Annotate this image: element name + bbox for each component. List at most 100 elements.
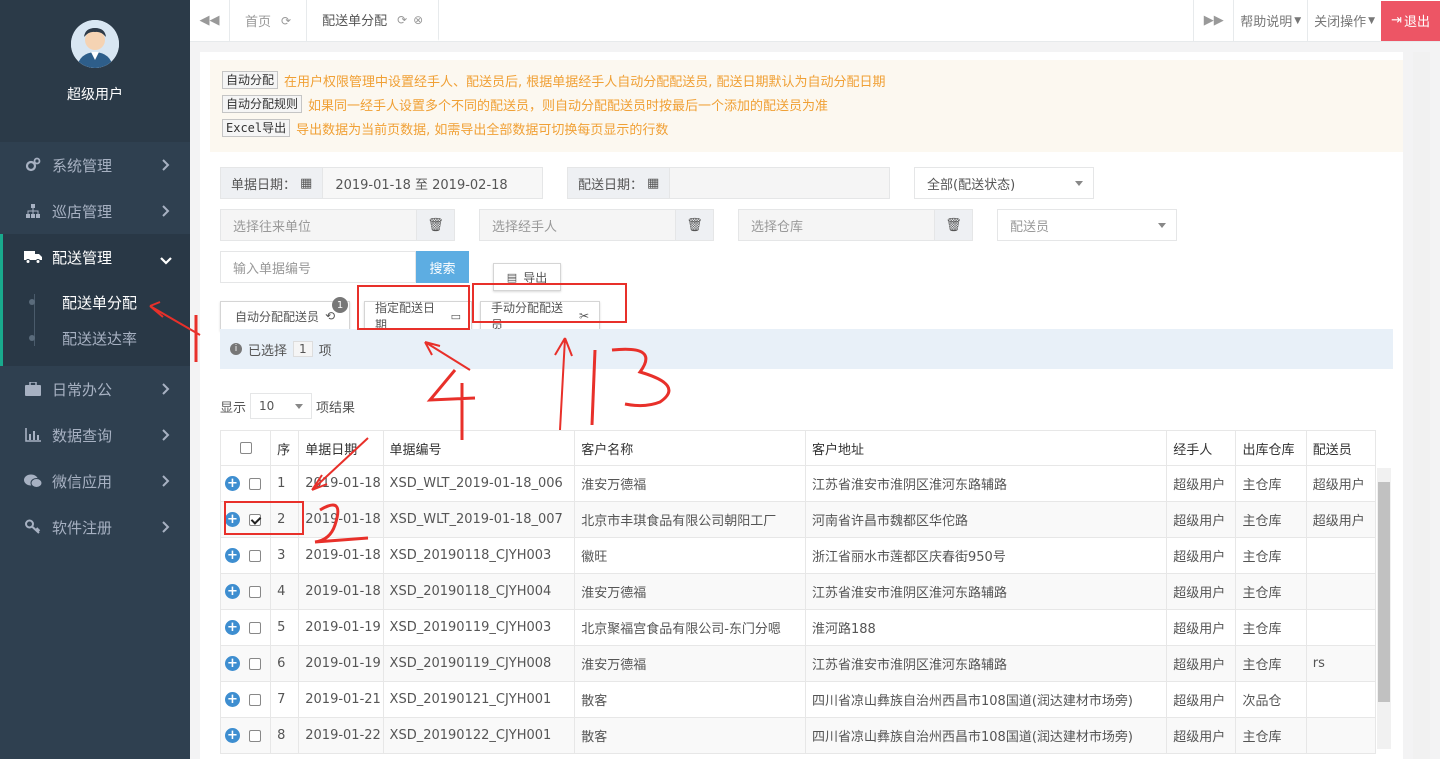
trash-icon: 🗑: [427, 217, 444, 233]
submenu-item-assign[interactable]: 配送单分配: [3, 284, 190, 320]
doc-number-input[interactable]: 输入单据编号: [220, 251, 416, 283]
sitemap-icon: [24, 202, 42, 220]
menu-item-office[interactable]: 日常办公: [0, 366, 190, 412]
table-row[interactable]: + 5 2019-01-19 XSD_20190119_CJYH003 北京聚福宫食品…: [219, 609, 1377, 646]
delivery-status-select[interactable]: 全部(配送状态): [914, 167, 1094, 199]
col-header[interactable]: 配送员: [1305, 430, 1377, 466]
set-ship-date-button[interactable]: 指定配送日期 ▭: [364, 301, 472, 332]
row-checkbox[interactable]: [249, 693, 262, 706]
clear-partner-button[interactable]: 🗑: [416, 210, 454, 240]
expand-row-icon[interactable]: +: [225, 512, 240, 527]
auto-assign-button[interactable]: 自动分配配送员 ⟲: [220, 301, 350, 331]
expand-row-icon[interactable]: +: [225, 728, 240, 743]
table-row[interactable]: + 2 2019-01-18 XSD_WLT_2019-01-18_007 北京市丰琪…: [219, 501, 1377, 538]
truck-icon: [24, 248, 42, 266]
row-controls[interactable]: +: [219, 609, 272, 646]
row-controls[interactable]: +: [219, 645, 272, 682]
table-row[interactable]: + 6 2019-01-19 XSD_20190119_CJYH008 淮安万德福 江苏…: [219, 645, 1377, 682]
select-all-checkbox[interactable]: [239, 442, 252, 454]
logout-button[interactable]: ⇥ 退出: [1381, 0, 1440, 41]
page-size-select[interactable]: 10: [250, 393, 313, 419]
ship-date-value[interactable]: [670, 168, 889, 198]
tab-home[interactable]: 首页 ⟳: [230, 0, 308, 41]
table-row[interactable]: + 4 2019-01-18 XSD_20190118_CJYH004 淮安万德福 江苏…: [219, 573, 1377, 610]
courier-select[interactable]: 配送员: [997, 209, 1177, 241]
tab-label: 首页: [245, 15, 272, 30]
row-checkbox[interactable]: [249, 477, 262, 490]
row-checkbox[interactable]: [249, 549, 262, 562]
menu-item-system[interactable]: 系统管理: [0, 142, 190, 188]
content-panel: 自动分配 在用户权限管理中设置经手人、配送员后, 根据单据经手人自动分配配送员, …: [200, 52, 1403, 759]
cell-address: 淮河路188: [804, 609, 1168, 646]
row-checkbox[interactable]: [249, 729, 262, 742]
tabs-scroll-right[interactable]: ▶▶: [1193, 0, 1233, 42]
clear-handler-button[interactable]: 🗑: [675, 210, 713, 240]
row-controls[interactable]: +: [219, 465, 272, 502]
cell-courier: [1305, 717, 1377, 754]
col-header[interactable]: 客户地址: [804, 430, 1168, 466]
table-row[interactable]: + 7 2019-01-21 XSD_20190121_CJYH001 散客 四川省凉山…: [219, 681, 1377, 718]
table-row[interactable]: + 1 2019-01-18 XSD_WLT_2019-01-18_006 淮安万德福…: [219, 465, 1377, 502]
help-dropdown[interactable]: 帮助说明 ▼: [1233, 0, 1307, 42]
tabs-scroll-left[interactable]: ◀◀: [190, 0, 230, 41]
row-checkbox[interactable]: [249, 657, 262, 670]
tab-delivery-assign[interactable]: 配送单分配 ⟳ ⊗: [307, 0, 440, 41]
table-row[interactable]: + 3 2019-01-18 XSD_20190118_CJYH003 徽旺 浙江省丽水…: [219, 537, 1377, 574]
expand-row-icon[interactable]: +: [225, 548, 240, 563]
table-header: 序 单据日期 单据编号 客户名称 客户地址 经手人 出库仓库 配送员: [219, 430, 1377, 466]
notice-tag: Excel导出: [222, 119, 291, 137]
cell-customer: 淮安万德福: [574, 465, 806, 502]
col-header[interactable]: 客户名称: [574, 430, 806, 466]
close-ops-dropdown[interactable]: 关闭操作 ▼: [1307, 0, 1381, 42]
select-all-cell[interactable]: [219, 430, 272, 466]
avatar[interactable]: [71, 20, 119, 68]
refresh-icon[interactable]: ⟳: [281, 14, 291, 28]
menu-item-wechat[interactable]: 微信应用: [0, 458, 190, 504]
main-content: 自动分配 在用户权限管理中设置经手人、配送员后, 根据单据经手人自动分配配送员, …: [190, 42, 1440, 759]
expand-row-icon[interactable]: +: [225, 620, 240, 635]
manual-assign-button[interactable]: 手动分配配送员 ✂: [480, 301, 600, 332]
warehouse-field[interactable]: 选择仓库 🗑: [738, 209, 973, 241]
menu-item-patrol[interactable]: 巡店管理: [0, 188, 190, 234]
ship-date-range[interactable]: 配送日期： ▦: [567, 167, 890, 199]
col-header[interactable]: 经手人: [1166, 430, 1237, 466]
menu-item-delivery[interactable]: 配送管理: [0, 234, 190, 280]
table-scrollbar[interactable]: [1377, 468, 1391, 749]
col-header[interactable]: 序: [270, 430, 300, 466]
page-scrollbar[interactable]: [1413, 52, 1430, 759]
handler-field[interactable]: 选择经手人 🗑: [479, 209, 714, 241]
doc-date-range[interactable]: 单据日期： ▦ 2019-01-18 至 2019-02-18: [220, 167, 543, 199]
cell-warehouse: 主仓库: [1235, 645, 1307, 682]
cell-customer: 淮安万德福: [574, 645, 806, 682]
cell-no: 3: [270, 537, 300, 574]
row-controls[interactable]: +: [219, 501, 272, 538]
row-controls[interactable]: +: [219, 681, 272, 718]
row-checkbox[interactable]: [249, 585, 262, 598]
export-button[interactable]: ▤ 导出: [493, 263, 561, 291]
menu-item-register[interactable]: 软件注册: [0, 504, 190, 550]
expand-row-icon[interactable]: +: [225, 476, 240, 491]
doc-date-value[interactable]: 2019-01-18 至 2019-02-18: [323, 168, 542, 198]
expand-row-icon[interactable]: +: [225, 584, 240, 599]
cell-code: XSD_20190119_CJYH008: [382, 645, 576, 682]
row-checkbox[interactable]: [249, 513, 262, 526]
submenu-item-rate[interactable]: 配送送达率: [3, 320, 190, 356]
row-controls[interactable]: +: [219, 573, 272, 610]
refresh-icon[interactable]: ⟳: [397, 13, 407, 27]
table-row[interactable]: + 8 2019-01-22 XSD_20190122_CJYH001 散客 四川省凉山…: [219, 717, 1377, 754]
clear-warehouse-button[interactable]: 🗑: [934, 210, 972, 240]
gears-icon: [24, 156, 42, 174]
menu-item-query[interactable]: 数据查询: [0, 412, 190, 458]
expand-row-icon[interactable]: +: [225, 656, 240, 671]
expand-row-icon[interactable]: +: [225, 692, 240, 707]
row-checkbox[interactable]: [249, 621, 262, 634]
row-controls[interactable]: +: [219, 717, 272, 754]
row-controls[interactable]: +: [219, 537, 272, 574]
search-button[interactable]: 搜索: [416, 251, 469, 283]
partner-field[interactable]: 选择往来单位 🗑: [220, 209, 455, 241]
col-header[interactable]: 出库仓库: [1235, 430, 1307, 466]
col-header[interactable]: 单据编号: [382, 430, 576, 466]
close-icon[interactable]: ⊗: [413, 13, 423, 27]
col-header[interactable]: 单据日期: [298, 430, 384, 466]
scroll-thumb[interactable]: [1378, 482, 1390, 702]
